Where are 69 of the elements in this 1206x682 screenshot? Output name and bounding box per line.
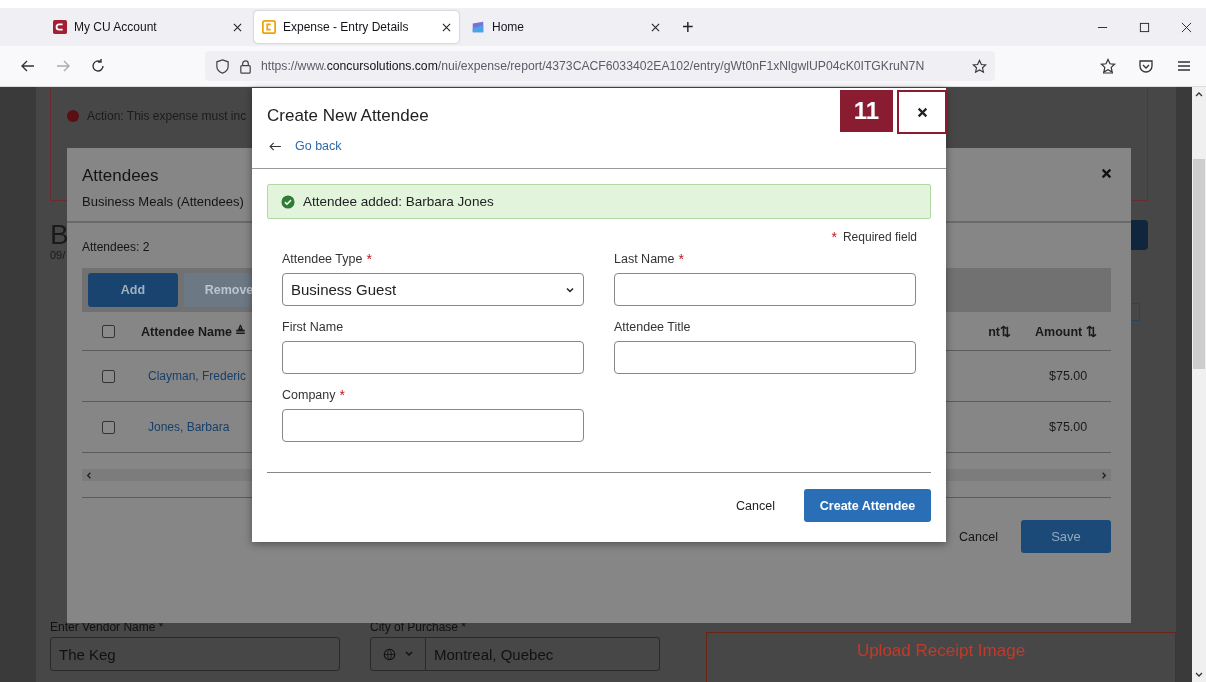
input-field[interactable] [282,409,584,442]
tab-title: Home [492,20,525,34]
lock-icon [238,58,253,74]
maximize-icon[interactable] [1139,21,1150,33]
url-text: https://www.concursolutions.com/nui/expense/report/4373CACF6033402EA102/entry/gWt0nF1xNlgwlUP04cK0ITGKruN7N [261,59,926,73]
chevron-down-icon [403,649,414,659]
gradient-icon [471,20,485,34]
close-icon[interactable] [1181,21,1192,33]
error-icon [67,110,79,122]
crest-icon [53,20,67,34]
tab-title: Expense - Entry Details [283,20,410,34]
bookmark-star-icon[interactable] [1100,58,1116,74]
tab-title: My CU Account [74,20,158,34]
field-label: First Name [282,320,344,334]
close-icon[interactable] [916,106,928,118]
new-tab-button[interactable]: + [682,15,694,39]
input-field[interactable] [614,273,916,306]
field-label: Attendee Type [282,252,363,266]
dialog-title: Create New Attendee [267,106,429,126]
close-icon[interactable] [233,22,242,32]
close-button[interactable] [897,90,947,134]
field-label: Company [282,388,336,402]
step-badge: 11 [840,90,893,132]
amount-cell-text: $75.00 [1048,369,1089,383]
dialog-title: Attendees [82,166,159,186]
close-icon[interactable] [651,22,660,32]
checkbox[interactable] [102,369,115,383]
pocket-icon[interactable] [1138,58,1154,74]
checkbox[interactable] [102,420,115,434]
shield-icon [215,58,230,74]
success-message: Attendee added: Barbara Jones [303,194,494,209]
attendee-type-select[interactable]: Business Guest [282,273,584,306]
create-attendee-button[interactable]: Create Attendee [804,489,931,522]
required-mark: * [339,388,345,402]
attendee-count: Attendees: 2 [82,240,151,254]
cancel-link[interactable]: Cancel [736,498,775,513]
required-mark: * [831,230,837,244]
scroll-left-icon[interactable] [85,470,94,480]
toolbar-button[interactable]: Add [88,273,178,307]
scroll-right-icon[interactable] [1099,470,1108,480]
vertical-scrollbar[interactable] [1192,87,1206,682]
required-note: Required field [842,230,917,244]
browser-tab[interactable]: My CU Account [45,11,250,43]
go-back-link[interactable]: Go back [295,139,342,153]
menu-icon[interactable] [1176,58,1192,74]
field-label: Attendee Title [614,320,691,334]
globe-icon [382,647,396,661]
browser-tab[interactable]: Expense - Entry Details [254,11,459,43]
amount-cell-text: $75.00 [1048,420,1089,434]
reload-icon[interactable] [90,58,106,74]
cancel-link[interactable]: Cancel [959,529,998,544]
save-button[interactable]: Save [1021,520,1111,553]
field-label: Last Name [614,252,675,266]
checkbox[interactable] [102,324,115,338]
input-field[interactable] [614,341,916,374]
upload-text: Upload Receipt Image [856,641,1026,662]
input-field[interactable] [282,341,584,374]
dialog-subtitle: Business Meals (Attendees) [82,194,244,209]
browser-tab[interactable]: Home [463,11,668,43]
back-arrow-icon[interactable] [20,58,36,74]
bracket-icon [262,20,276,34]
close-icon[interactable] [442,22,451,32]
back-arrow-icon[interactable] [269,141,282,151]
column-header[interactable]: Amount ⇅ [1011,323,1111,339]
check-circle-icon [281,194,295,209]
star-icon[interactable] [972,58,987,74]
required-mark: * [678,252,684,266]
address-bar[interactable]: https://www.concursolutions.com/nui/expense/report/4373CACF6033402EA102/entry/gWt0nF1xNlgwlUP04cK0ITGKruN7N [205,51,995,81]
required-mark: * [366,252,372,266]
